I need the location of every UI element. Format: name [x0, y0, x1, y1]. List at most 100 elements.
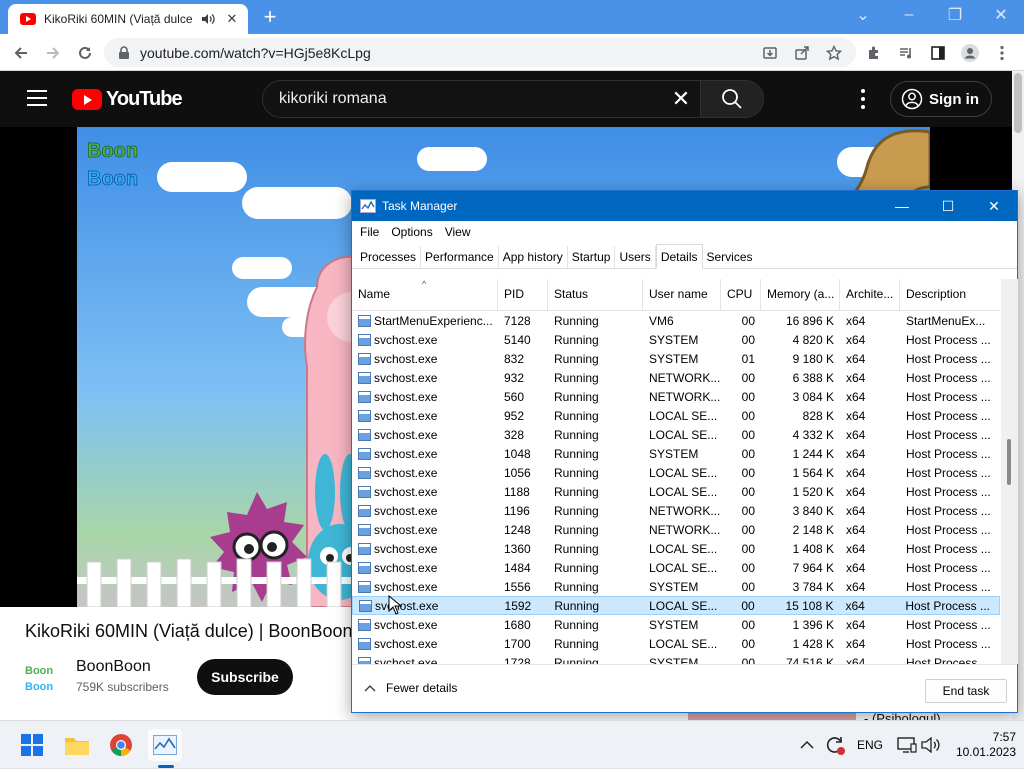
table-row[interactable]: svchost.exe 1188 Running LOCAL SE... 00 1 520…	[352, 482, 1000, 501]
extensions-icon[interactable]	[861, 40, 887, 66]
table-row[interactable]: svchost.exe 1360 Running LOCAL SE... 00 1 408…	[352, 539, 1000, 558]
table-row[interactable]: svchost.exe 1484 Running LOCAL SE... 00 7 964…	[352, 558, 1000, 577]
col-pid-cell: 1360	[504, 541, 531, 556]
col-arch-cell: x64	[846, 389, 866, 404]
channel-name[interactable]: BoonBoon	[76, 658, 151, 676]
table-row[interactable]: svchost.exe 560 Running NETWORK... 00 3 084 K…	[352, 387, 1000, 406]
table-row[interactable]: svchost.exe 328 Running LOCAL SE... 00 4 332 …	[352, 425, 1000, 444]
table-row[interactable]: svchost.exe 1700 Running LOCAL SE... 00 1 428…	[352, 634, 1000, 653]
menu-view[interactable]: View	[439, 225, 477, 239]
volume-icon[interactable]	[921, 721, 941, 769]
header-col-status[interactable]: Status	[548, 279, 643, 310]
table-row[interactable]: svchost.exe 1196 Running NETWORK... 00 3 840 …	[352, 501, 1000, 520]
menu-file[interactable]: File	[354, 225, 385, 239]
menu-options[interactable]: Options	[385, 225, 438, 239]
col-cpu-cell: 00	[741, 389, 755, 404]
table-row[interactable]: svchost.exe 1728 Running SYSTEM 00 74 516 K x6…	[352, 653, 1000, 664]
task-manager-titlebar[interactable]: Task Manager — ☐ ✕	[352, 191, 1017, 221]
media-controls-icon[interactable]	[893, 40, 919, 66]
chrome-menu-icon[interactable]	[989, 40, 1015, 66]
details-scrollbar-thumb[interactable]	[1007, 439, 1011, 485]
tab-search-icon[interactable]: ⌄	[840, 0, 886, 30]
table-header: ^ Name PID Status User name CPU Memory (a... A…	[352, 279, 1000, 311]
header-col-memory[interactable]: Memory (a...	[761, 279, 840, 310]
language-indicator[interactable]: ENG	[857, 721, 883, 769]
header-col-user[interactable]: User name	[643, 279, 721, 310]
col-description-cell: Host Process ...	[906, 484, 991, 499]
tab-performance[interactable]: Performance	[421, 246, 499, 268]
table-row[interactable]: svchost.exe 1248 Running NETWORK... 00 2 148 …	[352, 520, 1000, 539]
header-col-arch[interactable]: Archite...	[840, 279, 900, 310]
reload-button[interactable]	[72, 40, 98, 66]
browser-tab[interactable]: KikoRiki 60MIN (Viață dulce) ✕	[8, 4, 248, 34]
address-bar[interactable]: youtube.com/watch?v=HGj5e8KcLpg	[104, 38, 856, 67]
clock[interactable]: 7:57 10.01.2023	[944, 730, 1016, 760]
col-cpu-cell: 00	[741, 579, 755, 594]
details-scrollbar[interactable]	[1001, 279, 1018, 664]
tm-minimize-button[interactable]: —	[879, 191, 925, 221]
col-cpu-cell: 00	[741, 484, 755, 499]
table-row[interactable]: svchost.exe 932 Running NETWORK... 00 6 388 K…	[352, 368, 1000, 387]
share-icon[interactable]	[789, 40, 815, 66]
search-button[interactable]	[700, 80, 764, 118]
header-col-cpu[interactable]: CPU	[721, 279, 761, 310]
table-row[interactable]: svchost.exe 952 Running LOCAL SE... 00 828 K x…	[352, 406, 1000, 425]
col-cpu-cell: 00	[741, 522, 755, 537]
end-task-button[interactable]: End task	[925, 679, 1007, 703]
update-tray-icon[interactable]	[824, 721, 846, 769]
table-row[interactable]: svchost.exe 832 Running SYSTEM 01 9 180 K x64 H…	[352, 349, 1000, 368]
profile-avatar-icon[interactable]	[957, 40, 983, 66]
tab-services[interactable]: Services	[703, 246, 757, 268]
table-row[interactable]: svchost.exe 5140 Running SYSTEM 00 4 820 K x64…	[352, 330, 1000, 349]
col-status-cell: Running	[554, 408, 599, 423]
col-description-cell: Host Process ...	[906, 560, 991, 575]
tm-close-button[interactable]: ✕	[971, 191, 1017, 221]
header-col-description[interactable]: Description	[900, 279, 1000, 310]
close-window-button[interactable]: ✕	[978, 0, 1024, 30]
menu-hamburger-icon[interactable]	[27, 90, 47, 106]
show-hidden-icons-button[interactable]	[800, 721, 814, 769]
tab-users[interactable]: Users	[615, 246, 656, 268]
file-explorer-button[interactable]	[60, 729, 94, 761]
tab-app-history[interactable]: App history	[499, 246, 568, 268]
search-box[interactable]: kikoriki romana ✕	[262, 80, 702, 118]
new-tab-button[interactable]: +	[258, 6, 282, 30]
col-pid-cell: 932	[504, 370, 525, 385]
tm-maximize-button[interactable]: ☐	[925, 191, 971, 221]
header-col-pid[interactable]: PID	[498, 279, 548, 310]
table-row[interactable]: StartMenuExperienc... 7128 Running VM6 00 16 …	[352, 311, 1000, 330]
tab-processes[interactable]: Processes	[356, 246, 422, 268]
close-tab-icon[interactable]: ✕	[224, 11, 240, 27]
col-status-cell: Running	[554, 351, 599, 366]
tab-startup[interactable]: Startup	[568, 246, 616, 268]
start-button[interactable]	[15, 729, 49, 761]
minimize-button[interactable]: –	[886, 0, 932, 30]
fewer-details-button[interactable]: Fewer details	[364, 681, 457, 695]
table-row[interactable]: svchost.exe 1048 Running SYSTEM 00 1 244 K x64…	[352, 444, 1000, 463]
table-row[interactable]: svchost.exe 1056 Running LOCAL SE... 00 1 564…	[352, 463, 1000, 482]
settings-kebab-icon[interactable]	[853, 87, 873, 111]
back-button[interactable]	[8, 40, 34, 66]
table-row[interactable]: svchost.exe 1680 Running SYSTEM 00 1 396 K x64…	[352, 615, 1000, 634]
youtube-logo[interactable]: YouTube	[72, 88, 183, 111]
table-row[interactable]: svchost.exe 1592 Running LOCAL SE... 00 15 10…	[352, 596, 1000, 615]
table-row[interactable]: svchost.exe 1556 Running SYSTEM 00 3 784 K x64…	[352, 577, 1000, 596]
tab-details[interactable]: Details	[655, 244, 703, 269]
chrome-taskbar-button[interactable]	[104, 729, 138, 761]
side-panel-icon[interactable]	[925, 40, 951, 66]
forward-button[interactable]	[40, 40, 66, 66]
task-manager-icon	[153, 735, 177, 755]
network-icon[interactable]	[897, 721, 917, 769]
search-input[interactable]: kikoriki romana	[279, 90, 661, 108]
subscribe-button[interactable]: Subscribe	[197, 659, 293, 695]
bookmark-star-icon[interactable]	[821, 40, 847, 66]
install-app-icon[interactable]	[757, 40, 783, 66]
clear-search-icon[interactable]: ✕	[661, 86, 701, 112]
col-memory-cell: 3 840 K	[792, 503, 834, 518]
sign-in-button[interactable]: Sign in	[890, 81, 992, 117]
restore-button[interactable]: ❐	[932, 0, 978, 30]
audio-playing-icon[interactable]	[200, 11, 216, 27]
channel-avatar[interactable]: Boon Boon	[25, 659, 61, 695]
page-scrollbar-thumb[interactable]	[1014, 73, 1022, 133]
task-manager-taskbar-button[interactable]	[148, 729, 182, 761]
